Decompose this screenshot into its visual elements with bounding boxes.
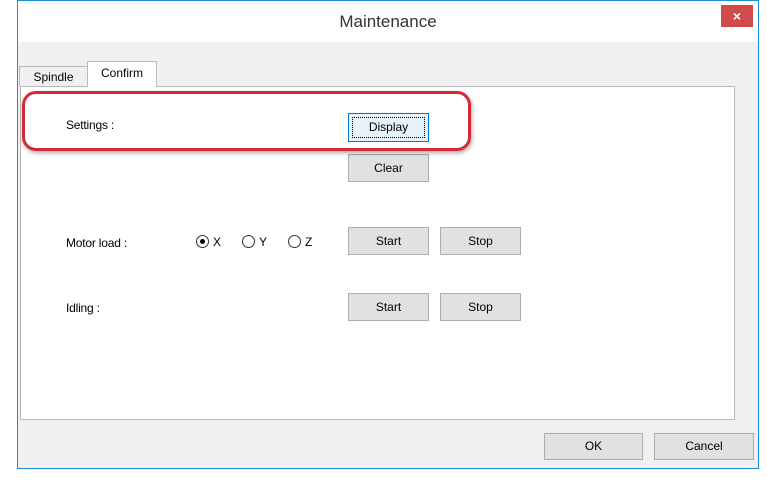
- cancel-button[interactable]: Cancel: [654, 433, 754, 460]
- ok-button[interactable]: OK: [544, 433, 643, 460]
- settings-label: Settings :: [66, 118, 115, 132]
- radio-x-label[interactable]: X: [213, 235, 221, 249]
- idling-start-button[interactable]: Start: [348, 293, 429, 321]
- tab-spindle[interactable]: Spindle: [19, 66, 88, 86]
- idling-stop-button[interactable]: Stop: [440, 293, 521, 321]
- tab-confirm[interactable]: Confirm: [87, 61, 157, 87]
- radio-y-label[interactable]: Y: [259, 235, 267, 249]
- radio-z[interactable]: [288, 235, 301, 248]
- motor-load-stop-button[interactable]: Stop: [440, 227, 521, 255]
- radio-x-dot: [200, 239, 205, 244]
- close-icon: ×: [732, 8, 742, 24]
- close-button[interactable]: ×: [721, 5, 753, 27]
- dialog-title: Maintenance: [339, 12, 437, 31]
- motor-load-start-button[interactable]: Start: [348, 227, 429, 255]
- display-button-label: Display: [352, 117, 425, 138]
- radio-x[interactable]: [196, 235, 209, 248]
- radio-z-label[interactable]: Z: [305, 235, 312, 249]
- display-button[interactable]: Display: [348, 113, 429, 142]
- radio-y[interactable]: [242, 235, 255, 248]
- motor-load-label: Motor load :: [66, 236, 127, 250]
- title-bar[interactable]: Maintenance ×: [18, 1, 758, 42]
- idling-label: Idling :: [66, 301, 100, 315]
- clear-button[interactable]: Clear: [348, 154, 429, 182]
